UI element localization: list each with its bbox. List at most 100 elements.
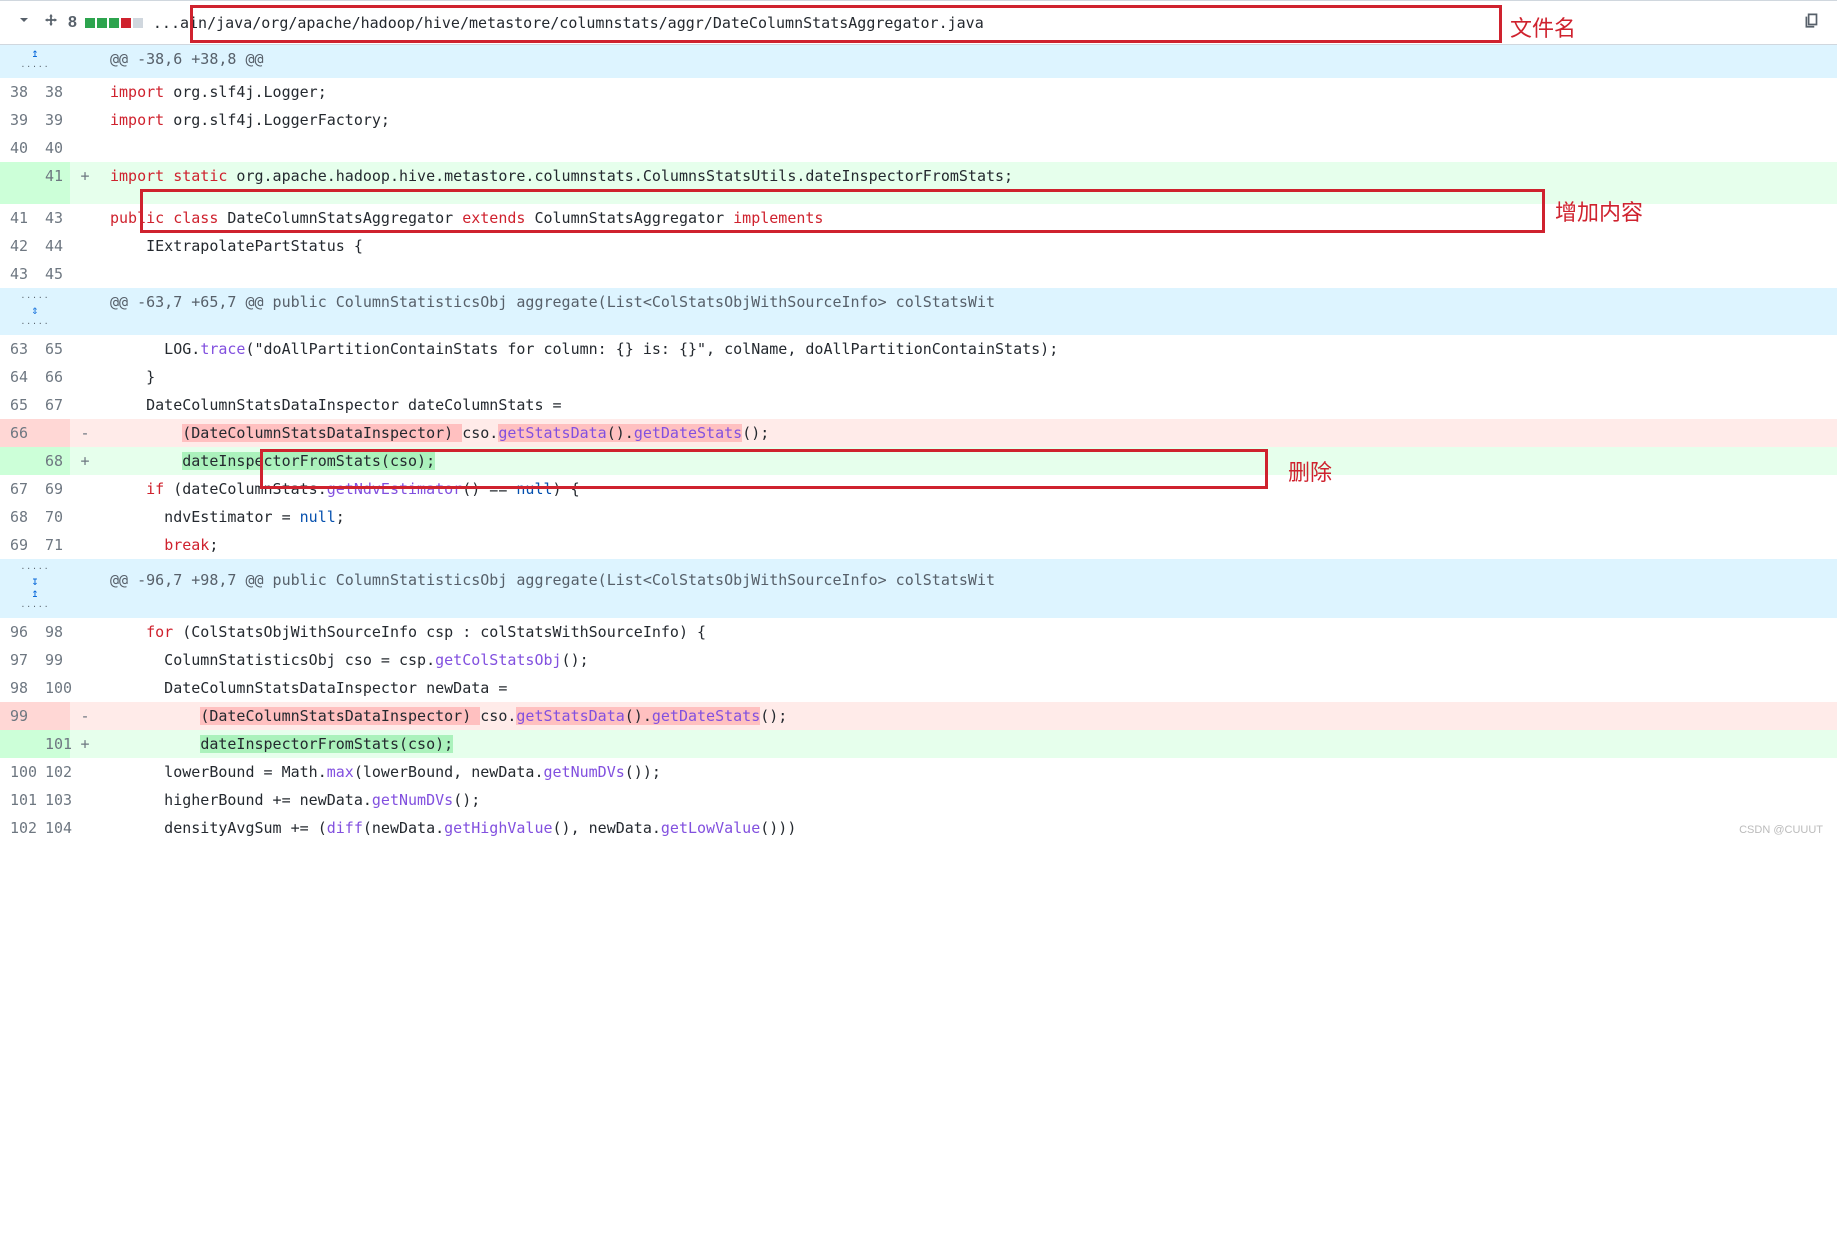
new-line-number[interactable]: 43 bbox=[35, 204, 70, 232]
new-line-number[interactable]: 102 bbox=[35, 758, 70, 786]
new-line-number[interactable]: 101 bbox=[35, 730, 70, 758]
watermark: CSDN @CUUUT bbox=[1739, 824, 1823, 836]
new-line-number[interactable]: 100 bbox=[35, 674, 70, 702]
new-line-number[interactable] bbox=[35, 190, 70, 204]
old-line-number[interactable]: 102 bbox=[0, 814, 35, 842]
diff-line: 96 98 for (ColStatsObjWithSourceInfo csp… bbox=[0, 618, 1837, 646]
new-line-number[interactable]: 39 bbox=[35, 106, 70, 134]
code: lowerBound = Math.max(lowerBound, newDat… bbox=[100, 758, 1837, 786]
new-line-number[interactable]: 68 bbox=[35, 447, 70, 475]
old-line-number[interactable]: 68 bbox=[0, 503, 35, 531]
marker bbox=[70, 134, 100, 162]
diff-line: 42 44 IExtrapolatePartStatus { bbox=[0, 232, 1837, 260]
marker bbox=[70, 786, 100, 814]
old-line-number[interactable]: 65 bbox=[0, 391, 35, 419]
code: if (dateColumnStats.getNdvEstimator() ==… bbox=[100, 475, 1837, 503]
new-line-number[interactable]: 65 bbox=[35, 335, 70, 363]
old-line-number[interactable]: 39 bbox=[0, 106, 35, 134]
code: import org.slf4j.LoggerFactory; bbox=[100, 106, 1837, 134]
expand-up-icon[interactable]: ↥····· bbox=[0, 45, 70, 78]
hunk-header-row: ·····↧↥····· bbox=[0, 559, 1837, 566]
bar-del bbox=[121, 18, 131, 28]
old-line-number[interactable] bbox=[0, 162, 35, 190]
diff-line: 102 104 densityAvgSum += (diff(newData.g… bbox=[0, 814, 1837, 842]
old-line-number[interactable]: 63 bbox=[0, 335, 35, 363]
old-line-number[interactable]: 64 bbox=[0, 363, 35, 391]
old-line-number[interactable] bbox=[0, 730, 35, 758]
marker bbox=[70, 618, 100, 646]
new-line-number[interactable]: 69 bbox=[35, 475, 70, 503]
new-line-number[interactable]: 38 bbox=[35, 78, 70, 106]
old-line-number[interactable] bbox=[0, 190, 35, 204]
diff-line: 68 70 ndvEstimator = null; bbox=[0, 503, 1837, 531]
new-line-number[interactable]: 99 bbox=[35, 646, 70, 674]
old-line-number[interactable]: 38 bbox=[0, 78, 35, 106]
marker bbox=[70, 531, 100, 559]
annotation-deleted: 删除 bbox=[1288, 455, 1332, 487]
marker bbox=[70, 78, 100, 106]
diff-line: 97 99 ColumnStatisticsObj cso = csp.getC… bbox=[0, 646, 1837, 674]
marker bbox=[70, 566, 100, 618]
expand-both-icon[interactable]: ·····⇕····· bbox=[0, 288, 70, 335]
new-line-number[interactable]: 104 bbox=[35, 814, 70, 842]
marker bbox=[70, 391, 100, 419]
new-line-number[interactable]: 66 bbox=[35, 363, 70, 391]
bar-add bbox=[109, 18, 119, 28]
hunk-header-row: @@ -96,7 +98,7 @@ public ColumnStatistic… bbox=[0, 566, 1837, 618]
old-line-number[interactable]: 66 bbox=[0, 419, 35, 447]
diff-line-added: 101 + dateInspectorFromStats(cso); bbox=[0, 730, 1837, 758]
drag-icon[interactable] bbox=[44, 12, 58, 33]
old-line-number[interactable]: 100 bbox=[0, 758, 35, 786]
hunk-header: @@ -63,7 +65,7 @@ public ColumnStatistic… bbox=[100, 288, 1837, 335]
new-line-number[interactable] bbox=[35, 702, 70, 730]
code: ndvEstimator = null; bbox=[100, 503, 1837, 531]
new-line-number[interactable]: 41 bbox=[35, 162, 70, 190]
new-line-number[interactable]: 70 bbox=[35, 503, 70, 531]
new-line-number[interactable]: 98 bbox=[35, 618, 70, 646]
old-line-number[interactable]: 69 bbox=[0, 531, 35, 559]
new-line-number[interactable] bbox=[35, 419, 70, 447]
copy-icon[interactable] bbox=[1803, 11, 1821, 34]
marker-add: + bbox=[70, 162, 100, 190]
old-line-number[interactable]: 41 bbox=[0, 204, 35, 232]
diff-line-added: 68 + dateInspectorFromStats(cso); bbox=[0, 447, 1837, 475]
code: import org.slf4j.Logger; bbox=[100, 78, 1837, 106]
hunk-header bbox=[100, 559, 1837, 566]
old-line-number[interactable]: 42 bbox=[0, 232, 35, 260]
marker bbox=[70, 335, 100, 363]
new-line-number[interactable]: 44 bbox=[35, 232, 70, 260]
marker-del: - bbox=[70, 419, 100, 447]
marker-add: + bbox=[70, 730, 100, 758]
diff-line: 40 40 bbox=[0, 134, 1837, 162]
bar-neutral bbox=[133, 18, 143, 28]
old-line-number[interactable]: 101 bbox=[0, 786, 35, 814]
bar-add bbox=[97, 18, 107, 28]
old-line-number[interactable]: 98 bbox=[0, 674, 35, 702]
old-line-number[interactable]: 40 bbox=[0, 134, 35, 162]
new-line-number[interactable]: 71 bbox=[35, 531, 70, 559]
old-line-number[interactable]: 67 bbox=[0, 475, 35, 503]
code: (DateColumnStatsDataInspector) cso.getSt… bbox=[100, 702, 1837, 730]
marker bbox=[70, 363, 100, 391]
old-line-number[interactable]: 99 bbox=[0, 702, 35, 730]
code: dateInspectorFromStats(cso); bbox=[100, 730, 1837, 758]
new-line-number[interactable]: 45 bbox=[35, 260, 70, 288]
old-line-number[interactable]: 43 bbox=[0, 260, 35, 288]
new-line-number[interactable]: 67 bbox=[35, 391, 70, 419]
diff-line: 65 67 DateColumnStatsDataInspector dateC… bbox=[0, 391, 1837, 419]
expand-both-icon[interactable]: ·····↧↥····· bbox=[0, 559, 70, 618]
old-line-number[interactable] bbox=[0, 447, 35, 475]
code bbox=[100, 260, 1837, 288]
code: IExtrapolatePartStatus { bbox=[100, 232, 1837, 260]
new-line-number[interactable]: 40 bbox=[35, 134, 70, 162]
marker bbox=[70, 559, 100, 566]
old-line-number[interactable]: 96 bbox=[0, 618, 35, 646]
chevron-down-icon[interactable] bbox=[16, 12, 32, 33]
diff-table: ↥····· @@ -38,6 +38,8 @@ 38 38 import or… bbox=[0, 45, 1837, 842]
diff-line: 100 102 lowerBound = Math.max(lowerBound… bbox=[0, 758, 1837, 786]
old-line-number[interactable]: 97 bbox=[0, 646, 35, 674]
new-line-number[interactable]: 103 bbox=[35, 786, 70, 814]
hunk-header: @@ -96,7 +98,7 @@ public ColumnStatistic… bbox=[100, 566, 1837, 618]
marker bbox=[70, 758, 100, 786]
code: higherBound += newData.getNumDVs(); bbox=[100, 786, 1837, 814]
